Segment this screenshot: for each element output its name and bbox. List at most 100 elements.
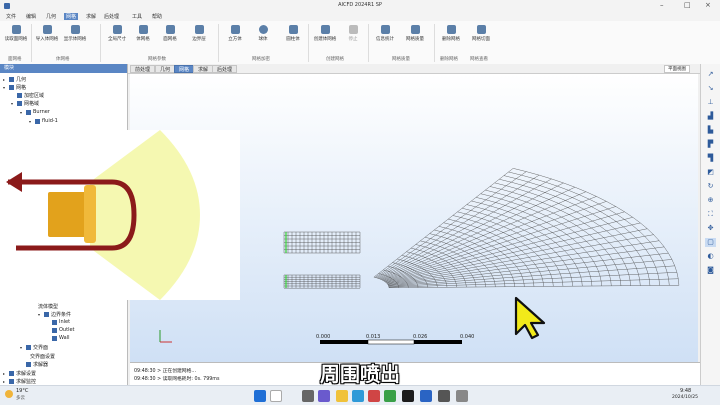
color-icon[interactable]: ◐ — [705, 252, 716, 261]
view-front-icon[interactable]: ▟ — [705, 112, 716, 121]
read-surface-mesh-button[interactable]: 读取面网格 — [3, 24, 29, 42]
tree-item-outlet[interactable]: Outlet — [52, 327, 75, 333]
mesh-quality-button[interactable]: 网格质量 — [402, 24, 428, 42]
view-left-icon[interactable]: ◩ — [705, 168, 716, 177]
edge-icon[interactable] — [352, 390, 364, 402]
tree-item-mesh-domain[interactable]: ▾ 网格域 — [11, 100, 39, 107]
menu-edit[interactable]: 编辑 — [26, 13, 36, 20]
mesh-line — [397, 283, 408, 285]
pan-icon[interactable]: ✥ — [705, 224, 716, 233]
mesh-line — [393, 277, 402, 280]
mesh-line — [631, 224, 639, 231]
import-volume-mesh-button[interactable]: 导入体网格 — [34, 24, 60, 42]
global-size-button[interactable]: 全局尺寸 — [104, 24, 130, 42]
widgets-icon[interactable] — [318, 390, 330, 402]
mesh-line — [434, 268, 437, 271]
mesh-line — [508, 171, 522, 176]
menu-tools[interactable]: 工具 — [132, 13, 142, 20]
task-view-icon[interactable] — [302, 390, 314, 402]
tab-preprocess[interactable]: 前处理 — [130, 65, 156, 73]
mesh-line — [407, 282, 417, 284]
mesh-line — [440, 231, 447, 234]
mesh-line — [624, 262, 635, 264]
view-top-icon[interactable]: ▛ — [705, 140, 716, 149]
create-volume-mesh-button[interactable]: 创建体网格 — [312, 24, 338, 42]
mesh-line — [466, 266, 476, 269]
mesh-line — [529, 272, 532, 276]
cylinder-button[interactable]: 圆柱体 — [280, 24, 306, 42]
minimize-button[interactable]: – — [660, 1, 664, 9]
mesh-line — [476, 238, 482, 242]
mesh-line — [470, 235, 477, 239]
search-icon[interactable] — [270, 390, 282, 402]
tab-postprocess[interactable]: 后处理 — [212, 65, 238, 73]
show-volume-mesh-button[interactable]: 显示体网格 — [62, 24, 88, 42]
menu-post[interactable]: 后处理 — [104, 13, 119, 20]
boundary-layer-button[interactable]: 边界层 — [186, 24, 212, 42]
recorder-icon[interactable] — [438, 390, 450, 402]
view-back-icon[interactable]: ▙ — [705, 126, 716, 135]
tab-solve[interactable]: 求解 — [193, 65, 214, 73]
menu-mesh[interactable]: 网格 — [64, 13, 79, 20]
info-stats-button[interactable]: 信息统计 — [372, 24, 398, 42]
cube-button[interactable]: 立方体 — [222, 24, 248, 42]
tree-item-geometry[interactable]: ▸ 几何 — [3, 76, 26, 83]
tab-mesh[interactable]: 网格 — [174, 65, 195, 73]
sphere-button[interactable]: 球体 — [250, 24, 276, 42]
tab-geometry[interactable]: 几何 — [155, 65, 176, 73]
face-mesh-button[interactable]: 面网格 — [157, 24, 183, 42]
zoom-icon[interactable]: ⊕ — [705, 196, 716, 205]
terminal-icon[interactable] — [402, 390, 414, 402]
mesh-line — [526, 171, 540, 176]
axis-z-icon[interactable]: ⊥ — [705, 98, 716, 107]
mesh-section-button[interactable]: 网格切面 — [468, 24, 494, 42]
tree-item-refine-region[interactable]: 加密区域 — [11, 92, 44, 99]
tree-item-boundary-conditions[interactable]: ▾ 边界条件 — [38, 311, 71, 318]
mesh-line — [402, 277, 404, 280]
maximize-button[interactable]: □ — [684, 1, 691, 9]
mesh-line — [467, 243, 475, 247]
screenshot-icon[interactable]: ◙ — [705, 266, 716, 275]
tree-item-interface[interactable]: ▾ 交界面 — [20, 344, 48, 351]
tree-item-fluid[interactable]: ▾ fluid-1 — [29, 118, 58, 124]
tree-item-burner[interactable]: ▾ Burner — [20, 109, 50, 115]
mesh-line — [580, 277, 583, 282]
menu-geometry[interactable]: 几何 — [46, 13, 56, 20]
mesh-line — [468, 270, 471, 274]
aicfd-icon[interactable] — [420, 390, 432, 402]
view-bottom-icon[interactable]: ▜ — [705, 154, 716, 163]
file-explorer-icon[interactable] — [336, 390, 348, 402]
mesh-line — [434, 258, 443, 262]
menu-file[interactable]: 文件 — [6, 13, 16, 20]
mesh-line — [638, 274, 640, 280]
mesh-line — [401, 277, 403, 279]
tree-item-wall[interactable]: Wall — [52, 335, 69, 341]
mesh-line — [416, 280, 426, 282]
fit-view-icon[interactable]: ⛶ — [705, 210, 716, 219]
mesh-line — [600, 218, 609, 224]
select-icon[interactable]: ▢ — [705, 238, 716, 247]
rotate-icon[interactable]: ↻ — [705, 182, 716, 191]
menu-solve[interactable]: 求解 — [86, 13, 96, 20]
mesh-line — [490, 196, 502, 200]
mesh-line — [396, 268, 400, 270]
tree-item-inlet[interactable]: Inlet — [52, 319, 70, 325]
view-mode-dropdown[interactable]: 平面视图 — [664, 65, 690, 73]
axis-y-icon[interactable]: ↘ — [705, 84, 716, 93]
mesh-line — [491, 243, 500, 247]
chrome-icon[interactable] — [384, 390, 396, 402]
settings-icon[interactable] — [456, 390, 468, 402]
close-button[interactable]: × — [705, 1, 711, 9]
stop-button[interactable]: 停止 — [340, 24, 366, 42]
menu-help[interactable]: 帮助 — [152, 13, 162, 20]
tree-item-mesh[interactable]: ▾ 网格 — [3, 84, 26, 91]
axis-x-icon[interactable]: ↗ — [705, 70, 716, 79]
mesh-line — [496, 248, 501, 252]
app-icon[interactable] — [368, 390, 380, 402]
delete-mesh-button[interactable]: 删除网格 — [438, 24, 464, 42]
mesh-line — [430, 238, 437, 241]
mesh-line — [581, 256, 591, 259]
volume-mesh-button[interactable]: 体网格 — [130, 24, 156, 42]
start-icon[interactable] — [254, 390, 266, 402]
tree-item-fluid-model[interactable]: 流体模型 — [38, 303, 58, 310]
